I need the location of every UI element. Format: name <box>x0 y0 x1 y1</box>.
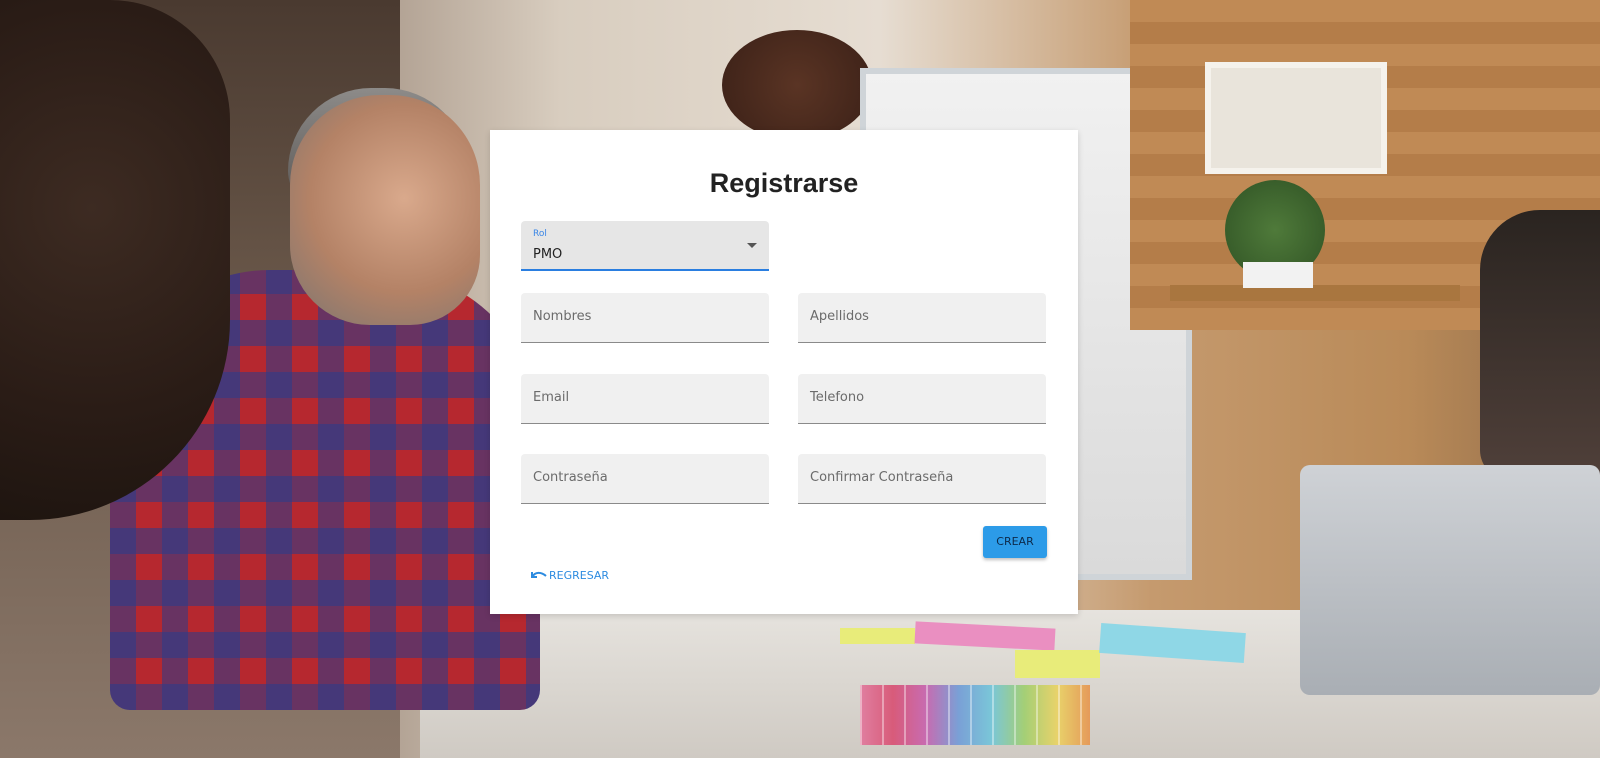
telefono-field[interactable]: Telefono <box>798 374 1046 424</box>
register-card: Registrarse Rol PMO Nombres Apellidos Em… <box>490 130 1078 614</box>
apellidos-field[interactable]: Apellidos <box>798 293 1046 343</box>
back-link[interactable]: REGRESAR <box>530 567 609 583</box>
undo-arrow-icon <box>531 571 547 578</box>
apellidos-placeholder: Apellidos <box>810 309 869 324</box>
password-field[interactable]: Contraseña <box>521 454 769 504</box>
confirm-password-placeholder: Confirmar Contraseña <box>810 470 954 485</box>
nombres-placeholder: Nombres <box>533 309 592 324</box>
role-select[interactable]: Rol PMO <box>521 221 769 271</box>
nombres-field[interactable]: Nombres <box>521 293 769 343</box>
page-title: Registrarse <box>709 168 859 198</box>
role-select-label: Rol <box>533 229 547 239</box>
caret-down-icon <box>747 243 757 248</box>
password-placeholder: Contraseña <box>533 470 608 485</box>
role-select-value: PMO <box>533 247 563 262</box>
back-link-label: REGRESAR <box>549 568 610 582</box>
email-placeholder: Email <box>533 390 570 405</box>
create-button[interactable]: CREAR <box>983 526 1047 558</box>
telefono-placeholder: Telefono <box>810 390 865 405</box>
email-field[interactable]: Email <box>521 374 769 424</box>
confirm-password-field[interactable]: Confirmar Contraseña <box>798 454 1046 504</box>
